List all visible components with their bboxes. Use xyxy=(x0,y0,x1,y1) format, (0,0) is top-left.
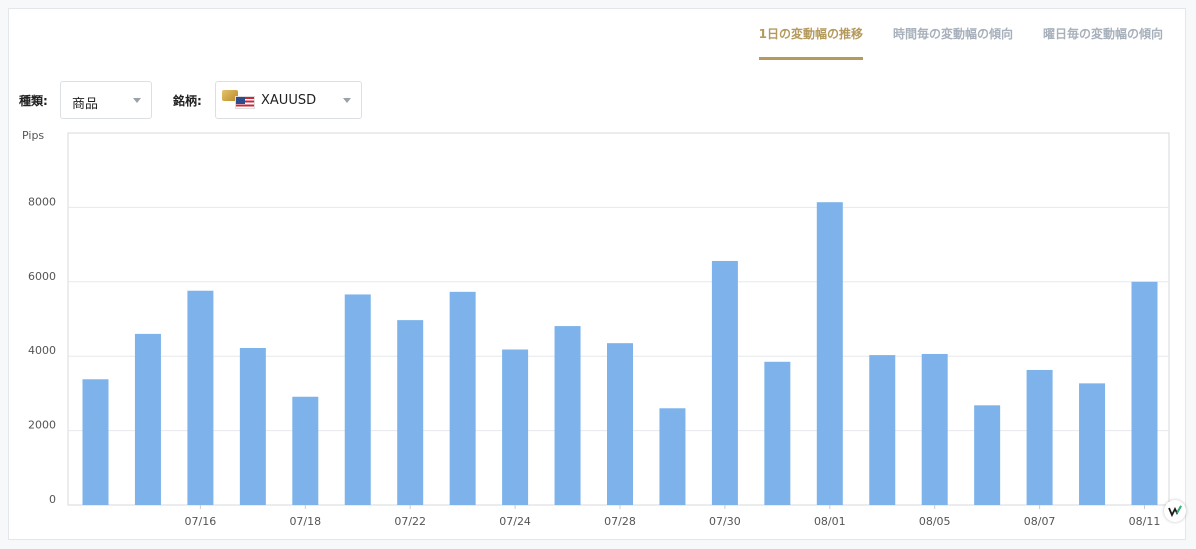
x-tick-label: 07/18 xyxy=(289,515,321,528)
bar[interactable] xyxy=(502,349,529,505)
x-tick-label: 07/16 xyxy=(185,515,217,528)
bar[interactable] xyxy=(397,320,424,505)
bar[interactable] xyxy=(764,361,791,505)
bar[interactable] xyxy=(187,290,214,505)
bar[interactable] xyxy=(134,333,161,505)
x-tick-label: 07/22 xyxy=(394,515,426,528)
x-tick-label: 07/24 xyxy=(499,515,531,528)
bar-chart: Pips 02000400060008000 07/16 07/18 07/22 07… xyxy=(22,129,1170,528)
x-tick-label: 08/01 xyxy=(814,515,846,528)
y-tick-labels: 0 2000 4000 6000 8000 xyxy=(28,195,56,506)
bar[interactable] xyxy=(921,353,948,505)
brand-logo-icon[interactable] xyxy=(1164,500,1186,522)
x-tick-label: 08/05 xyxy=(919,515,951,528)
bar[interactable] xyxy=(1079,383,1106,505)
bar[interactable] xyxy=(816,202,843,505)
bar[interactable] xyxy=(292,396,319,505)
y-tick-label: 4000 xyxy=(28,344,56,357)
x-tick-label: 08/11 xyxy=(1129,515,1161,528)
x-tick-labels: 07/16 07/18 07/22 07/24 07/28 07/30 08/01 08/05… xyxy=(185,505,1161,528)
bar[interactable] xyxy=(449,291,476,505)
y-tick-label: 8000 xyxy=(28,195,56,208)
bar[interactable] xyxy=(974,405,1001,505)
bar[interactable] xyxy=(1026,369,1053,505)
y-tick-label: 6000 xyxy=(28,270,56,283)
bar[interactable] xyxy=(869,355,896,505)
bar[interactable] xyxy=(82,379,109,505)
x-tick-label: 07/30 xyxy=(709,515,741,528)
bar[interactable] xyxy=(607,343,633,505)
bar[interactable] xyxy=(239,348,266,505)
bar[interactable] xyxy=(711,260,738,505)
y-tick-label: 0 xyxy=(49,493,56,506)
bar[interactable] xyxy=(1131,281,1158,505)
bar[interactable] xyxy=(344,294,371,505)
bar[interactable] xyxy=(554,326,581,505)
bar[interactable] xyxy=(659,408,686,505)
bars xyxy=(82,202,1158,505)
x-tick-label: 08/07 xyxy=(1024,515,1056,528)
y-axis-label: Pips xyxy=(22,129,44,142)
x-tick-label: 07/28 xyxy=(604,515,636,528)
y-tick-label: 2000 xyxy=(28,419,56,432)
